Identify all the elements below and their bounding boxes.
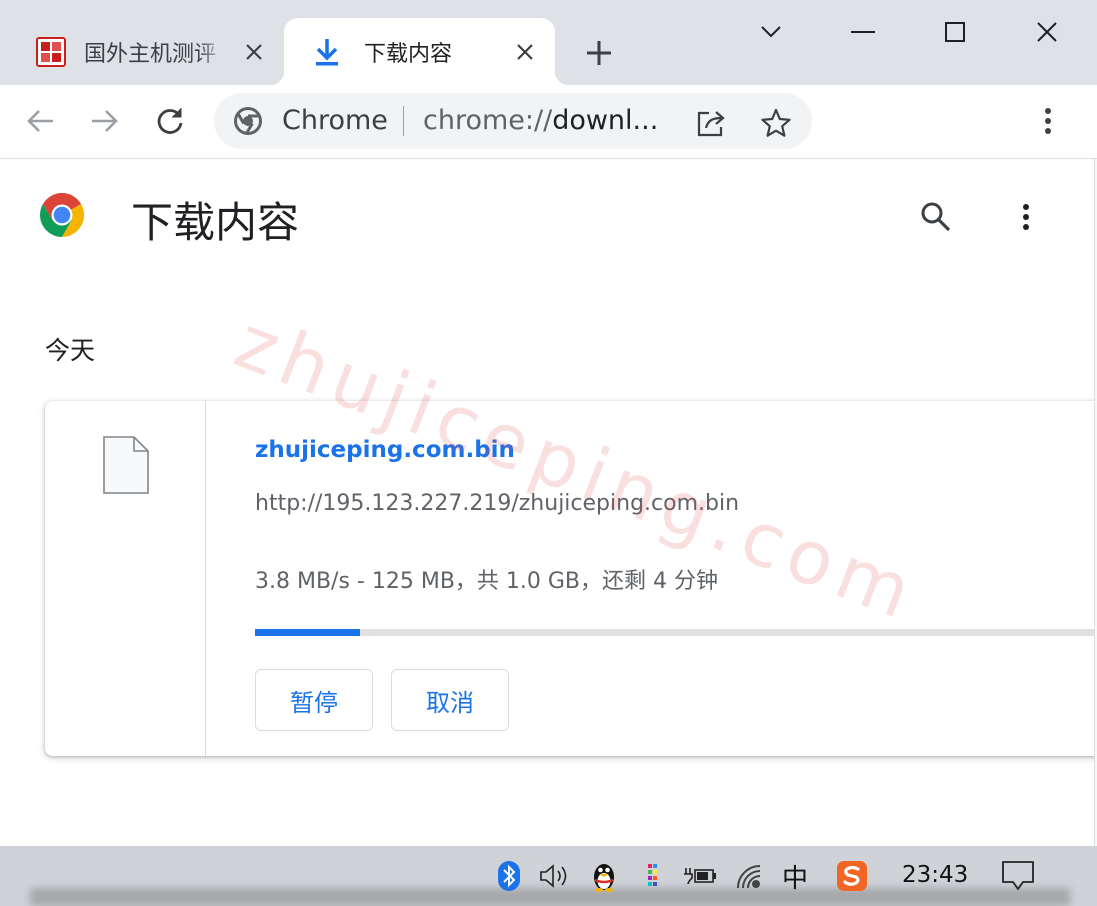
new-tab-plus-icon[interactable] <box>583 37 615 69</box>
close-icon[interactable] <box>1025 10 1069 54</box>
search-icon[interactable] <box>916 197 956 237</box>
file-source-url[interactable]: http://195.123.227.219/zhujiceping.com.b… <box>255 491 739 516</box>
browser-toolbar: Chrome chrome://downl... <box>0 85 1097 159</box>
file-icon-column <box>45 401 206 756</box>
maximize-icon[interactable] <box>933 10 977 54</box>
downloads-page: 下载内容 今天 zhujiceping.com.bin http://195.1… <box>0 159 1094 846</box>
url-path: downl... <box>552 105 659 136</box>
download-arrow-icon <box>310 35 344 69</box>
tab-search-chevron-icon[interactable] <box>749 10 793 54</box>
sogou-input-icon[interactable] <box>835 858 869 894</box>
close-tab-icon[interactable] <box>242 40 266 64</box>
ime-language-indicator[interactable]: 中 <box>778 858 812 894</box>
chrome-logo-icon <box>234 107 262 135</box>
download-status: 3.8 MB/s - 125 MB，共 1.0 GB，还剩 4 分钟 <box>255 569 719 594</box>
minimize-icon[interactable] <box>841 10 885 54</box>
tab-title: 下载内容 <box>364 41 453 67</box>
notification-center-icon[interactable] <box>1001 858 1035 894</box>
forward-arrow-icon[interactable] <box>85 101 125 141</box>
tab-strip: 国外主机测评 下载内容 <box>0 0 1097 85</box>
windows-taskbar: 中 23:43 <box>0 846 1097 906</box>
color-grid-app-icon[interactable] <box>637 858 671 894</box>
tab-title: 国外主机测评 <box>84 41 217 67</box>
bookmark-star-icon[interactable] <box>758 105 794 141</box>
chrome-logo-icon <box>38 191 86 239</box>
wifi-icon[interactable] <box>733 858 767 894</box>
more-options-icon[interactable] <box>1006 197 1046 237</box>
site-seal-icon <box>34 35 68 69</box>
file-icon <box>102 435 150 495</box>
tab-downloads[interactable]: 下载内容 <box>270 18 569 85</box>
pause-button[interactable]: 暂停 <box>255 669 373 731</box>
omnibox-url[interactable]: chrome://downl... <box>423 105 663 136</box>
omnibox-origin-label: Chrome <box>282 105 388 136</box>
battery-charging-icon[interactable] <box>683 858 717 894</box>
cancel-button[interactable]: 取消 <box>391 669 509 731</box>
kebab-menu-icon[interactable] <box>1030 103 1066 139</box>
download-progress-bar <box>255 629 1094 636</box>
back-arrow-icon[interactable] <box>20 101 60 141</box>
taskbar-clock[interactable]: 23:43 <box>902 862 968 888</box>
download-progress-fill <box>255 629 360 636</box>
qq-penguin-icon[interactable] <box>587 858 621 894</box>
omnibox-separator <box>403 106 404 136</box>
tab-zhujiceping[interactable]: 国外主机测评 <box>18 18 284 85</box>
date-heading: 今天 <box>45 336 96 365</box>
share-icon[interactable] <box>694 105 730 141</box>
download-item-card: zhujiceping.com.bin http://195.123.227.2… <box>45 401 1094 756</box>
page-title: 下载内容 <box>131 198 300 247</box>
bluetooth-icon[interactable] <box>492 858 526 894</box>
file-name-link[interactable]: zhujiceping.com.bin <box>255 437 515 463</box>
omnibox[interactable]: Chrome chrome://downl... <box>214 93 812 149</box>
volume-icon[interactable] <box>538 858 572 894</box>
close-tab-icon[interactable] <box>513 40 537 64</box>
reload-icon[interactable] <box>150 101 190 141</box>
url-scheme: chrome:// <box>423 105 553 136</box>
